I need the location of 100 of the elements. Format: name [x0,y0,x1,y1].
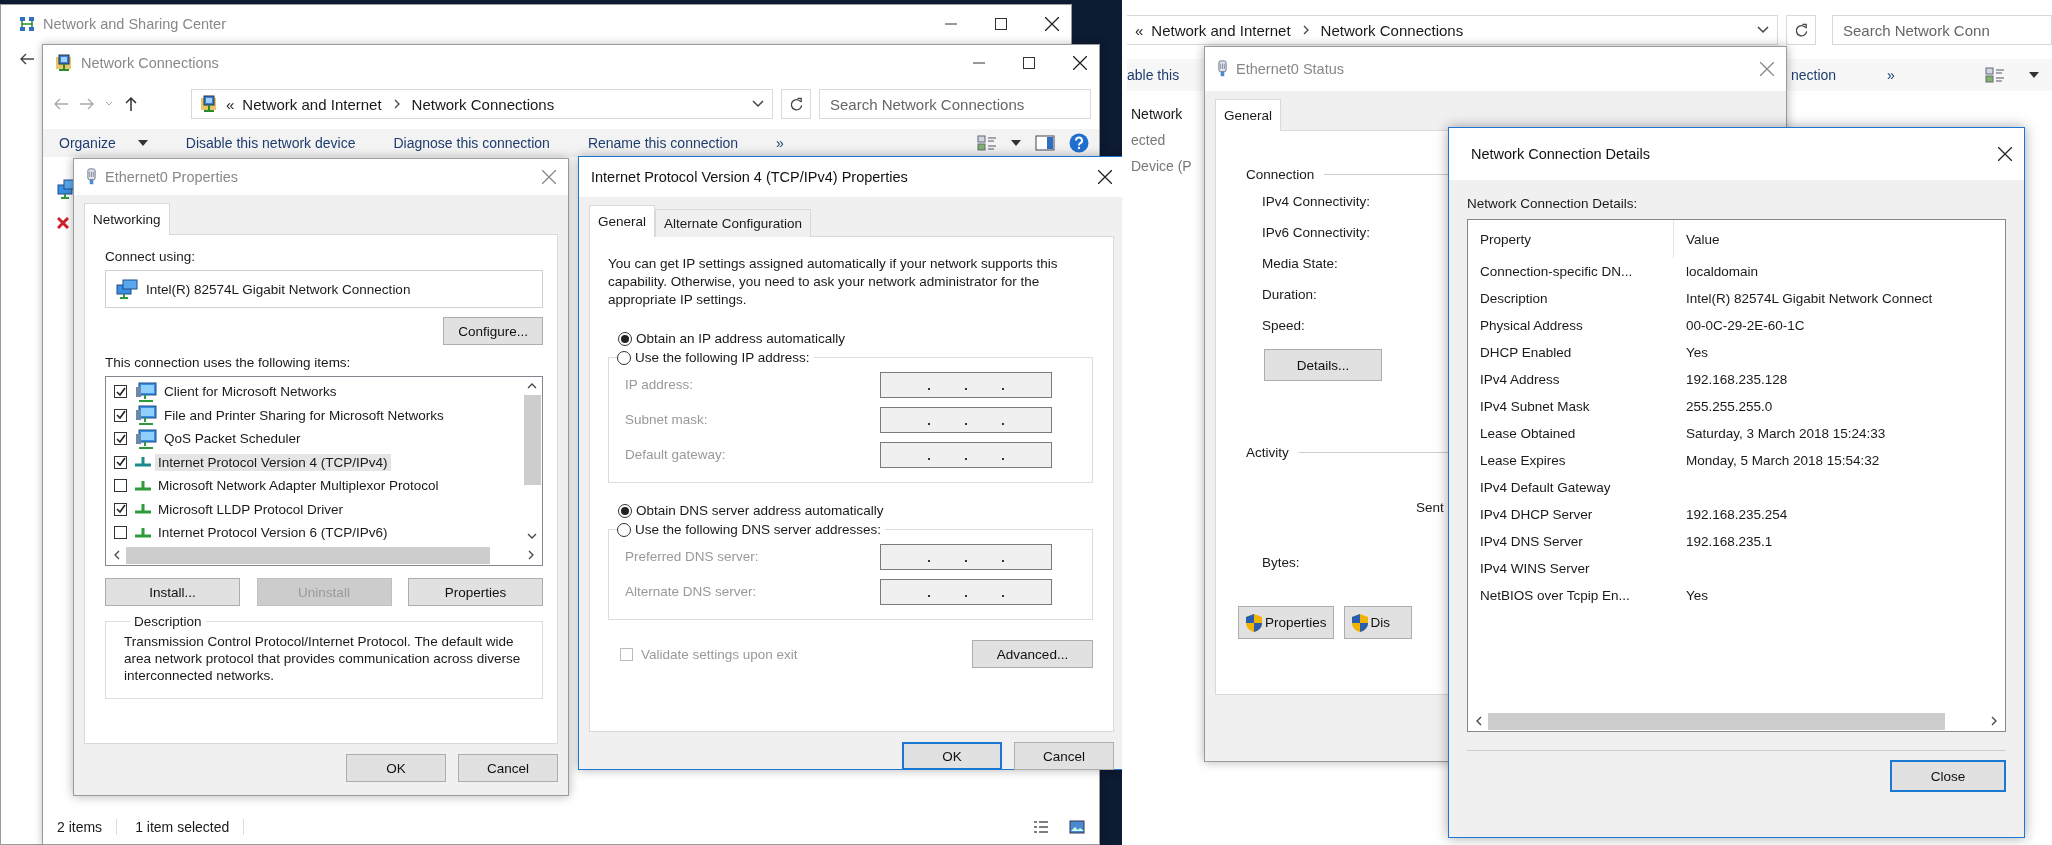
button[interactable]: Properties [408,578,543,606]
table-cell: 00-0C-29-2E-60-1C [1686,318,1805,333]
tab[interactable]: General [1215,99,1282,131]
address-bar[interactable]: « Network and Internet Network Connections [191,89,773,119]
network-adapter-icon [116,279,138,299]
list-item[interactable]: QoS Packet Scheduler [161,430,304,448]
list-item[interactable]: Microsoft LLDP Protocol Driver [155,500,347,518]
ethernet-plug-icon [86,168,97,186]
close-button[interactable] [1098,170,1112,184]
close-button[interactable] [1073,56,1087,70]
dropdown-button[interactable] [752,100,764,108]
list-item[interactable]: Microsoft Network Adapter Multiplexor Protocol [155,477,442,495]
back-button[interactable] [19,51,35,67]
status-text: 1 item selected [135,819,245,835]
configure-button[interactable]: Configure... [443,317,543,345]
button[interactable]: Dis [1343,606,1412,639]
field-label: Default gateway: [625,447,726,462]
window-title: Network Connections [81,55,219,71]
intro-text: You can get IP settings assigned automatically if your network supports this capability. Otherwise, you need to ask your network administrator for the appropriate IP settings. [608,255,1059,309]
breadcrumb-item[interactable]: Network Connections [411,95,555,113]
change-view-button[interactable] [977,135,997,151]
breadcrumb-item[interactable]: Network Connections [1320,21,1464,39]
button[interactable]: OK [902,742,1002,770]
field-label: Alternate DNS server: [625,584,757,599]
checkbox[interactable] [114,479,127,493]
refresh-button[interactable] [1786,15,1816,45]
scroll-thumb[interactable] [1488,712,1946,730]
checkbox[interactable] [114,408,127,422]
network-icon [19,16,35,32]
table-cell-text: Lease Obtained [1479,426,1577,441]
list-item-text: ected [1131,131,1166,150]
field-label: Speed: [1262,317,1305,335]
description-text: Transmission Control Protocol/Internet Protocol. The default wide area network protocol that provides communication across diverse interconnected networks. [124,633,522,684]
close-button[interactable] [1998,147,2012,161]
view-menu-caret-icon[interactable] [2029,72,2039,78]
change-view-button[interactable] [1985,67,2005,83]
checkbox[interactable] [114,432,127,446]
address-bar[interactable]: « Network and Internet Network Connections [1127,15,1778,45]
list-item[interactable]: Client for Microsoft Networks [161,383,340,401]
tab[interactable]: General [589,205,656,237]
search-field[interactable]: Search Network Connections [819,89,1091,119]
button[interactable]: Properties [1238,606,1334,639]
list-item[interactable]: Internet Protocol Version 6 (TCP/IPv6) [155,524,391,542]
list-item[interactable]: File and Printer Sharing for Microsoft Networks [161,406,447,424]
table-cell: 192.168.235.128 [1686,372,1788,387]
list-item[interactable]: Internet Protocol Version 4 (TCP/IPv4) [155,453,391,471]
close-button[interactable]: Close [1890,760,2006,792]
view-menu-caret-icon[interactable] [1011,140,1021,146]
details-button[interactable]: Details... [1264,349,1382,381]
protocol-icon [135,504,151,515]
maximize-button[interactable] [995,18,1007,30]
tab[interactable]: Networking [84,203,170,235]
window-title: Network Connection Details [1471,146,1650,162]
button[interactable]: Install... [105,578,240,606]
column-header[interactable]: Property [1468,220,1674,258]
details-view-button[interactable] [1033,820,1049,834]
maximize-button[interactable] [1023,57,1035,69]
toolbar-button[interactable]: able this [1127,67,1180,83]
table-cell: Saturday, 3 March 2018 15:24:33 [1686,426,1886,441]
breadcrumb-overflow[interactable]: « [226,95,235,113]
toolbar-button[interactable]: Disable this network device [185,135,356,151]
up-button[interactable] [123,96,139,112]
help-button[interactable] [1069,133,1089,153]
field-label: IPv4 Connectivity: [1262,193,1371,211]
toolbar-button[interactable]: » [1887,67,1895,83]
toolbar-button[interactable]: nection [1791,67,1837,83]
button[interactable]: Cancel [1014,742,1114,770]
scroll-thumb[interactable] [126,546,491,564]
checkbox[interactable] [114,455,127,469]
toolbar-button[interactable]: Organize [59,135,148,151]
table-cell-text: IPv4 WINS Server [1479,561,1591,576]
tab[interactable]: Alternate Configuration [655,209,812,237]
dropdown-button[interactable] [1757,26,1769,34]
toolbar-button[interactable]: Diagnose this connection [393,135,550,151]
toolbar-button[interactable]: Rename this connection [587,135,739,151]
window-title: Internet Protocol Version 4 (TCP/IPv4) Properties [591,169,908,185]
table-cell-text: IPv4 Subnet Mask [1479,399,1591,414]
breadcrumb-item[interactable]: Network and Internet [242,95,382,113]
protocol-icon [135,457,151,468]
advanced-button[interactable]: Advanced... [972,640,1093,668]
window-title: Ethernet0 Status [1236,61,1344,77]
table-cell-text: IPv4 Default Gateway [1479,480,1612,495]
large-icons-view-button[interactable] [1069,820,1085,834]
search-field[interactable]: Search Network Conn [1832,15,2052,45]
preview-pane-button[interactable] [1035,135,1055,151]
breadcrumb-overflow[interactable]: « [1135,21,1144,39]
status-text: 2 items [57,819,118,835]
scroll-thumb[interactable] [523,395,541,485]
button[interactable]: OK [346,754,446,782]
table-cell-text: NetBIOS over Tcpip En... [1479,588,1631,603]
list-item-text: Device (P [1131,157,1192,176]
refresh-button[interactable] [781,89,811,119]
checkbox[interactable] [114,526,127,540]
close-button[interactable] [1045,17,1059,31]
column-header[interactable]: Value [1674,231,1720,247]
checkbox[interactable] [114,385,127,399]
toolbar-button[interactable]: » [776,135,784,151]
checkbox[interactable] [114,502,127,516]
breadcrumb-item[interactable]: Network and Internet [1151,21,1291,39]
button[interactable]: Cancel [458,754,558,782]
